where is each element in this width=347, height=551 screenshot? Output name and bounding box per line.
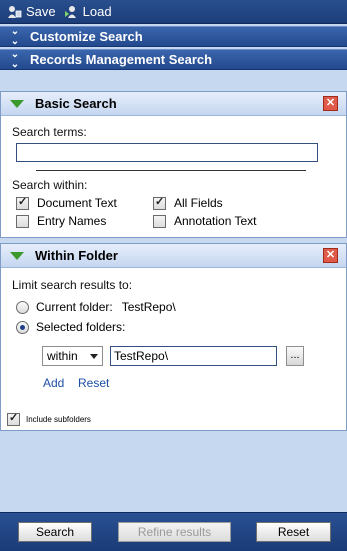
load-label: Load: [82, 4, 112, 19]
customize-search-title: Customize Search: [30, 29, 143, 44]
search-terms-label: Search terms:: [12, 125, 87, 139]
add-folder-link[interactable]: Add: [43, 376, 64, 390]
document-text-checkbox[interactable]: [16, 195, 29, 210]
expand-chevron-icon: ⌄ ⌄: [10, 48, 20, 70]
entry-names-checkbox[interactable]: [16, 214, 29, 228]
save-icon: [8, 5, 22, 18]
reset-folder-link[interactable]: Reset: [78, 376, 109, 390]
current-folder-option[interactable]: Current folder: TestRepo\: [16, 300, 176, 314]
limit-results-label: Limit search results to:: [12, 278, 133, 292]
current-folder-radio[interactable]: [16, 300, 29, 314]
selected-folders-radio[interactable]: [16, 320, 29, 334]
browse-button[interactable]: ...: [286, 346, 304, 366]
annotation-text-option[interactable]: Annotation Text: [153, 214, 257, 228]
load-button[interactable]: Load: [64, 4, 112, 19]
annotation-text-label: Annotation Text: [174, 214, 257, 228]
footer-bar: Search Refine results Reset: [0, 512, 347, 551]
refine-results-button[interactable]: Refine results: [118, 522, 231, 542]
entry-names-option[interactable]: Entry Names: [16, 214, 106, 228]
expand-chevron-icon: ⌄ ⌄: [10, 25, 20, 47]
annotation-text-checkbox[interactable]: [153, 214, 166, 228]
entry-names-label: Entry Names: [37, 214, 107, 228]
current-folder-label: Current folder:: [36, 300, 113, 314]
save-label: Save: [26, 4, 56, 19]
document-text-label: Document Text: [37, 196, 117, 210]
current-folder-value: TestRepo\: [121, 300, 176, 314]
collapse-triangle-icon[interactable]: [10, 251, 24, 260]
basic-search-header: Basic Search ✕: [1, 92, 346, 116]
include-subfolders-checkbox[interactable]: [7, 411, 20, 426]
search-button[interactable]: Search: [18, 522, 92, 542]
search-terms-input[interactable]: [16, 143, 318, 162]
collapse-triangle-icon[interactable]: [10, 99, 24, 108]
within-folder-title: Within Folder: [35, 248, 118, 263]
include-subfolders-option[interactable]: Include subfolders: [7, 411, 91, 426]
all-fields-checkbox[interactable]: [153, 195, 166, 210]
scope-select[interactable]: within: [42, 346, 103, 366]
folder-path-input[interactable]: TestRepo\: [110, 346, 277, 366]
scope-select-value: within: [47, 349, 78, 363]
all-fields-label: All Fields: [174, 196, 223, 210]
within-folder-header: Within Folder ✕: [1, 244, 346, 268]
selected-folders-option[interactable]: Selected folders:: [16, 320, 125, 334]
load-icon: [64, 5, 76, 18]
records-management-search-bar[interactable]: ⌄ ⌄ Records Management Search: [0, 49, 347, 70]
save-button[interactable]: Save: [7, 4, 56, 19]
customize-search-bar[interactable]: ⌄ ⌄ Customize Search: [0, 26, 347, 47]
close-icon[interactable]: ✕: [323, 248, 338, 263]
chevron-down-icon: [90, 354, 98, 359]
all-fields-option[interactable]: All Fields: [153, 195, 223, 210]
selected-folders-label: Selected folders:: [36, 320, 126, 334]
divider: [36, 170, 306, 171]
basic-search-title: Basic Search: [35, 96, 117, 111]
include-subfolders-label: Include subfolders: [26, 415, 91, 424]
reset-button[interactable]: Reset: [256, 522, 331, 542]
within-folder-panel: Within Folder ✕: [0, 243, 347, 431]
search-within-label: Search within:: [12, 178, 88, 192]
close-icon[interactable]: ✕: [323, 96, 338, 111]
top-toolbar: Save Load: [0, 0, 347, 24]
records-management-title: Records Management Search: [30, 52, 213, 67]
document-text-option[interactable]: Document Text: [16, 195, 117, 210]
